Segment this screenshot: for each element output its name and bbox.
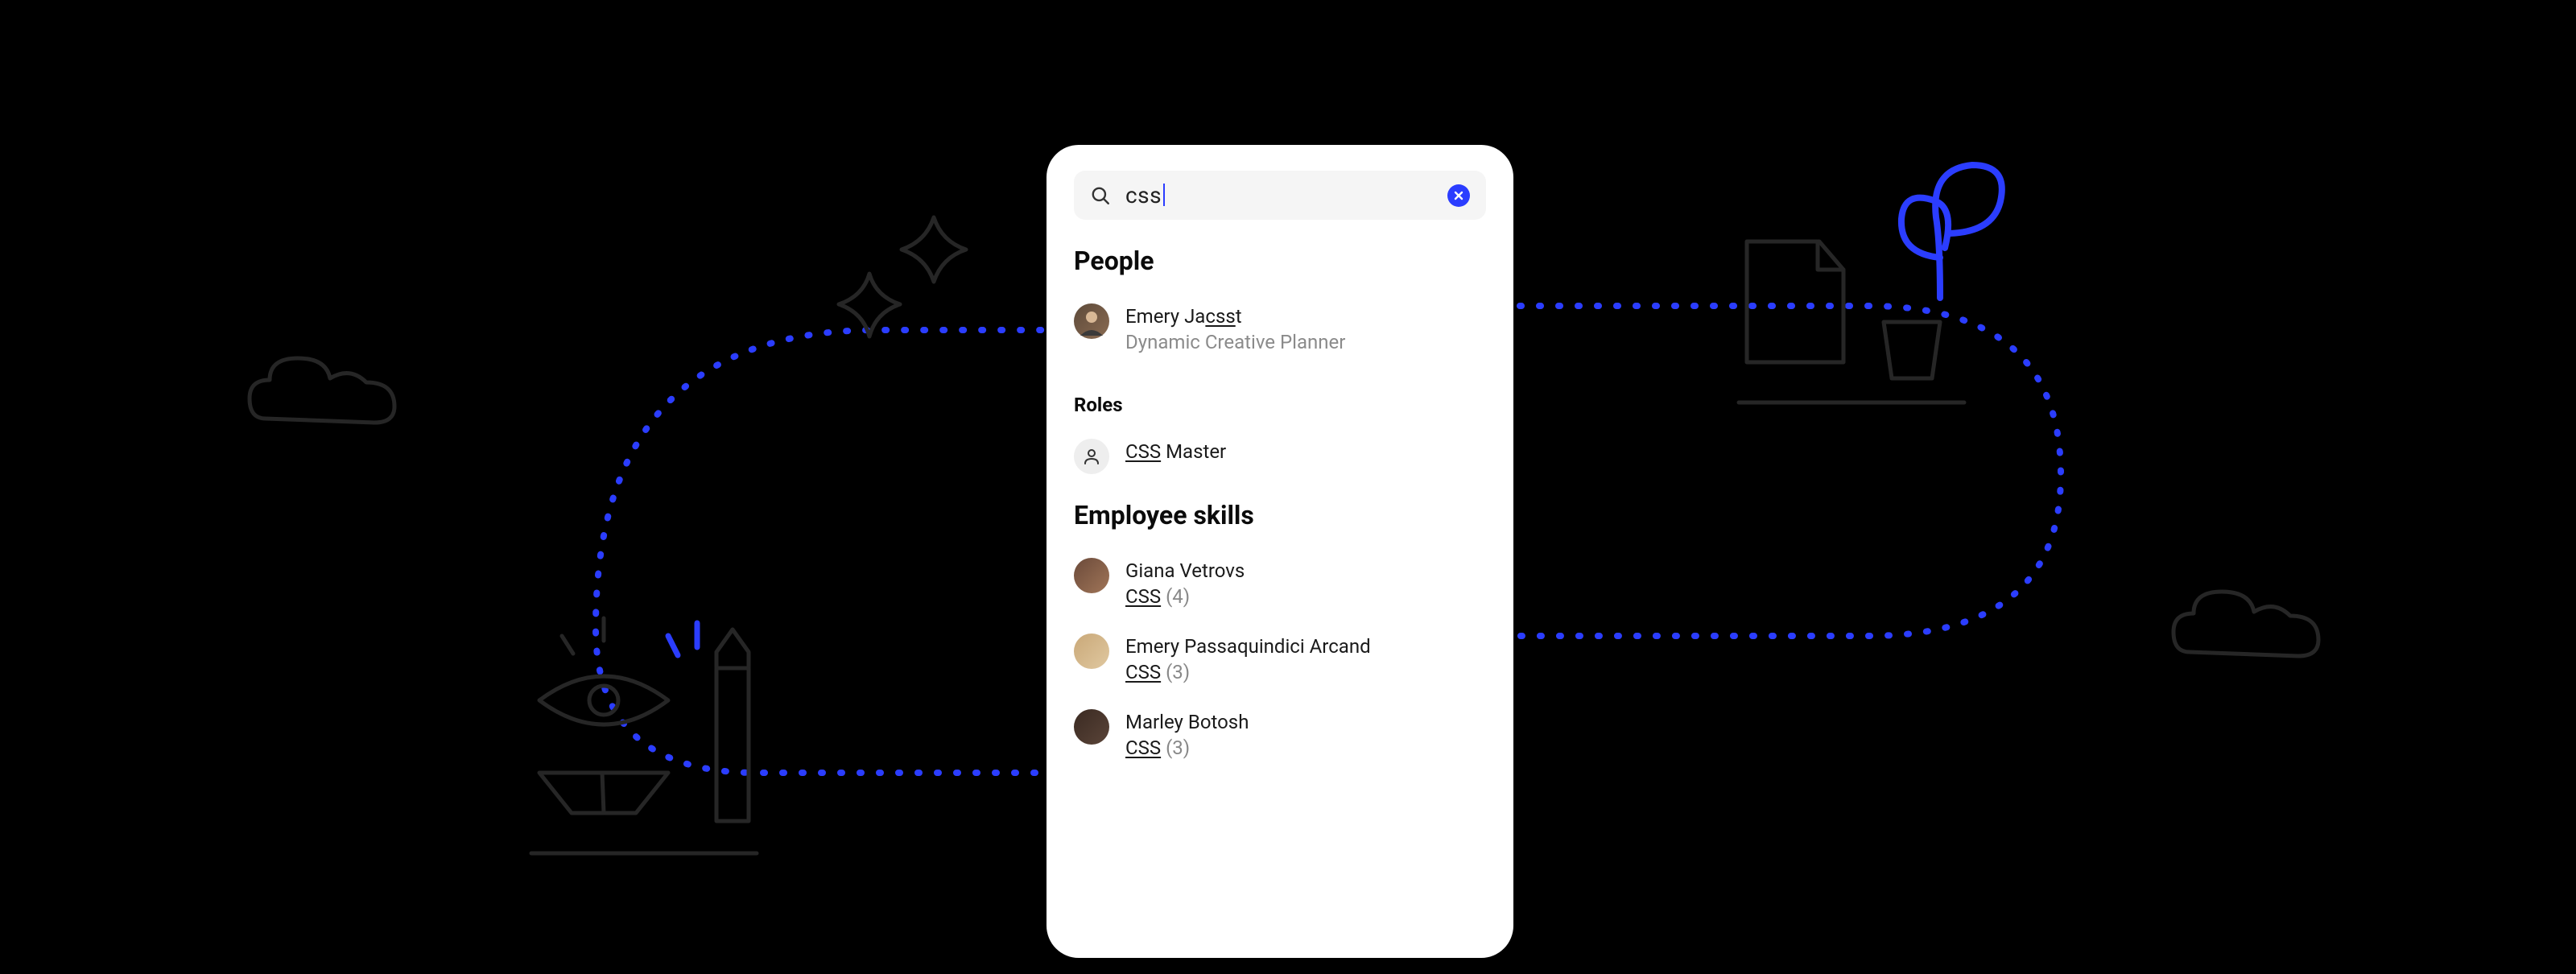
result-name: Emery Passaquindici Arcand — [1125, 635, 1371, 658]
search-input[interactable]: css — [1074, 171, 1486, 220]
result-subtitle: Dynamic Creative Planner — [1125, 331, 1345, 353]
search-query-text: css — [1125, 182, 1433, 208]
skill-line: CSS (4) — [1125, 585, 1245, 608]
stage: css People Emery Jacsst Dynamic Creative… — [0, 0, 2576, 974]
role-result[interactable]: CSS Master — [1074, 431, 1486, 492]
cloud-icon — [2165, 580, 2326, 668]
skill-line: CSS (3) — [1125, 737, 1249, 759]
people-result[interactable]: Emery Jacsst Dynamic Creative Planner — [1074, 295, 1486, 371]
avatar — [1074, 634, 1109, 669]
person-icon — [1074, 439, 1109, 474]
text-caret — [1163, 184, 1165, 206]
ray-accent-icon — [660, 612, 741, 676]
role-name: CSS Master — [1125, 440, 1226, 463]
avatar — [1074, 303, 1109, 339]
avatar — [1074, 558, 1109, 593]
avatar — [1074, 709, 1109, 745]
sparkle-icon — [813, 209, 990, 370]
result-name: Marley Botosh — [1125, 711, 1249, 733]
clear-search-button[interactable] — [1447, 184, 1470, 207]
leaf-accent-icon — [1892, 145, 2029, 306]
people-heading: People — [1074, 246, 1486, 276]
skills-heading: Employee skills — [1074, 500, 1486, 530]
skill-result[interactable]: Giana Vetrovs CSS (4) — [1074, 550, 1486, 625]
skill-result[interactable]: Emery Passaquindici Arcand CSS (3) — [1074, 625, 1486, 701]
search-results-card: css People Emery Jacsst Dynamic Creative… — [1046, 145, 1513, 958]
skill-result[interactable]: Marley Botosh CSS (3) — [1074, 701, 1486, 759]
roles-heading: Roles — [1074, 394, 1486, 416]
result-name: Giana Vetrovs — [1125, 559, 1245, 582]
cloud-icon — [242, 346, 402, 435]
result-name: Emery Jacsst — [1125, 305, 1345, 328]
search-icon — [1090, 185, 1111, 206]
skill-line: CSS (3) — [1125, 661, 1371, 683]
